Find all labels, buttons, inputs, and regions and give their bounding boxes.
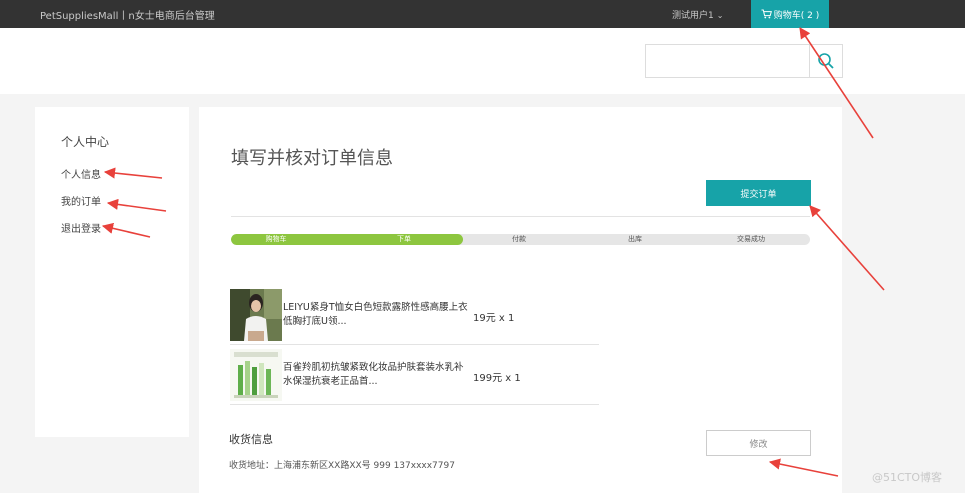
cart-button[interactable]: 购物车( 2 ) <box>751 0 829 28</box>
product-thumbnail[interactable] <box>230 349 282 401</box>
user-menu[interactable]: 测试用户1 ⌄ <box>672 8 723 21</box>
step-cart: 购物车 <box>265 235 287 243</box>
product-price: 199元 x 1 <box>473 373 521 384</box>
shipping-title: 收货信息 <box>229 433 273 446</box>
order-item: 百雀羚肌初抗皱紧致化妆品护肤套装水乳补水保湿抗衰老正品首... 199元 x 1 <box>230 347 599 405</box>
product-thumbnail[interactable] <box>230 289 282 341</box>
search-icon <box>818 53 834 69</box>
cart-icon <box>761 9 772 19</box>
step-ship: 出库 <box>628 235 642 243</box>
page-title: 填写并核对订单信息 <box>231 148 393 169</box>
step-order: 下单 <box>397 235 411 243</box>
product-price: 19元 x 1 <box>473 313 515 324</box>
step-pay: 付款 <box>512 235 526 243</box>
shipping-address: 收货地址：上海浦东新区XX路XX号 999 137xxxx7797 <box>229 461 455 471</box>
submit-order-button[interactable]: 提交订单 <box>706 180 811 206</box>
watermark: @51CTO博客 <box>872 471 943 484</box>
edit-address-button[interactable]: 修改 <box>706 430 811 456</box>
sidebar-item-logout[interactable]: 退出登录 <box>61 220 101 235</box>
brand-title[interactable]: PetSuppliesMall丨n女士电商后台管理 <box>40 7 215 22</box>
chevron-down-icon: ⌄ <box>716 11 724 20</box>
sidebar: 个人中心 个人信息 我的订单 退出登录 <box>35 107 189 437</box>
order-panel: 填写并核对订单信息 提交订单 购物车 下单 付款 出库 交易成功 LEIYU紧身… <box>199 107 842 493</box>
order-item: LEIYU紧身T恤女白色短款露脐性感高腰上衣低胸打底U领... 19元 x 1 <box>230 287 599 345</box>
sidebar-item-orders[interactable]: 我的订单 <box>61 193 101 208</box>
cart-label: 购物车( 2 ) <box>773 10 820 21</box>
product-name[interactable]: 百雀羚肌初抗皱紧致化妆品护肤套装水乳补水保湿抗衰老正品首... <box>283 361 469 389</box>
search-input[interactable] <box>645 44 810 78</box>
sidebar-title: 个人中心 <box>61 135 110 149</box>
top-navbar: PetSuppliesMall丨n女士电商后台管理 测试用户1 ⌄ 购物车( 2 … <box>0 0 965 28</box>
divider <box>231 216 810 217</box>
product-name[interactable]: LEIYU紧身T恤女白色短款露脐性感高腰上衣低胸打底U领... <box>283 301 469 329</box>
step-done: 交易成功 <box>737 235 765 243</box>
user-name: 测试用户1 <box>672 11 714 21</box>
search-button[interactable] <box>809 44 843 78</box>
sidebar-item-profile[interactable]: 个人信息 <box>61 166 101 181</box>
